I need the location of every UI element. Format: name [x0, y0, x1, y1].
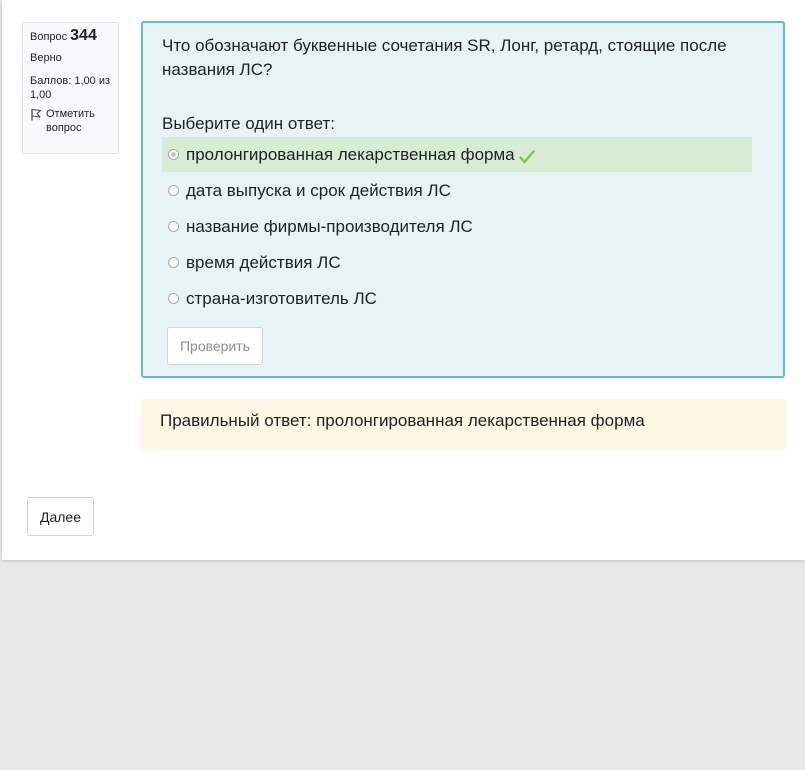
quiz-page: Вопрос 344 Верно Баллов: 1,00 из 1,00 От… — [2, 0, 805, 560]
answer-list: пролонгированная лекарственная форма дат… — [162, 137, 752, 317]
flag-question-link[interactable]: Отметить вопрос — [30, 107, 112, 135]
answer-option-3[interactable]: название фирмы-производителя ЛС — [162, 209, 752, 244]
check-button[interactable]: Проверить — [167, 327, 263, 365]
answer-radio-5[interactable] — [168, 293, 179, 304]
checkmark-icon — [518, 149, 535, 163]
answer-radio-3[interactable] — [168, 221, 179, 232]
answer-radio-4[interactable] — [168, 257, 179, 268]
answer-option-4[interactable]: время действия ЛС — [162, 245, 752, 280]
flag-question-label: Отметить вопрос — [46, 108, 95, 134]
answer-label-2: дата выпуска и срок действия ЛС — [186, 180, 451, 200]
correct-answer-feedback: Правильный ответ: пролонгированная лекар… — [160, 411, 645, 430]
next-button[interactable]: Далее — [27, 497, 94, 536]
answer-label-3: название фирмы-производителя ЛС — [186, 216, 473, 236]
flag-icon — [31, 108, 42, 121]
answer-label-4: время действия ЛС — [186, 252, 341, 272]
question-text: Что обозначают буквенные сочетания SR, Л… — [162, 36, 727, 79]
question-grade: Баллов: 1,00 из 1,00 — [30, 75, 111, 101]
question-label: Вопрос — [30, 31, 68, 43]
answer-radio-2[interactable] — [168, 185, 179, 196]
answer-prompt: Выберите один ответ: — [162, 114, 335, 133]
answer-option-2[interactable]: дата выпуска и срок действия ЛС — [162, 173, 752, 208]
answer-radio-1[interactable] — [168, 149, 179, 160]
question-number: 344 — [70, 27, 97, 44]
question-info-panel: Вопрос 344 Верно Баллов: 1,00 из 1,00 От… — [22, 22, 119, 154]
question-box: Что обозначают буквенные сочетания SR, Л… — [141, 21, 785, 378]
question-state: Верно — [30, 52, 62, 64]
answer-option-5[interactable]: страна-изготовитель ЛС — [162, 281, 752, 316]
feedback-box: Правильный ответ: пролонгированная лекар… — [141, 399, 786, 449]
answer-label-1: пролонгированная лекарственная форма — [186, 144, 515, 164]
question-number-row: Вопрос 344 — [30, 27, 118, 44]
answer-label-5: страна-изготовитель ЛС — [186, 288, 377, 308]
answer-option-1[interactable]: пролонгированная лекарственная форма — [162, 137, 752, 172]
